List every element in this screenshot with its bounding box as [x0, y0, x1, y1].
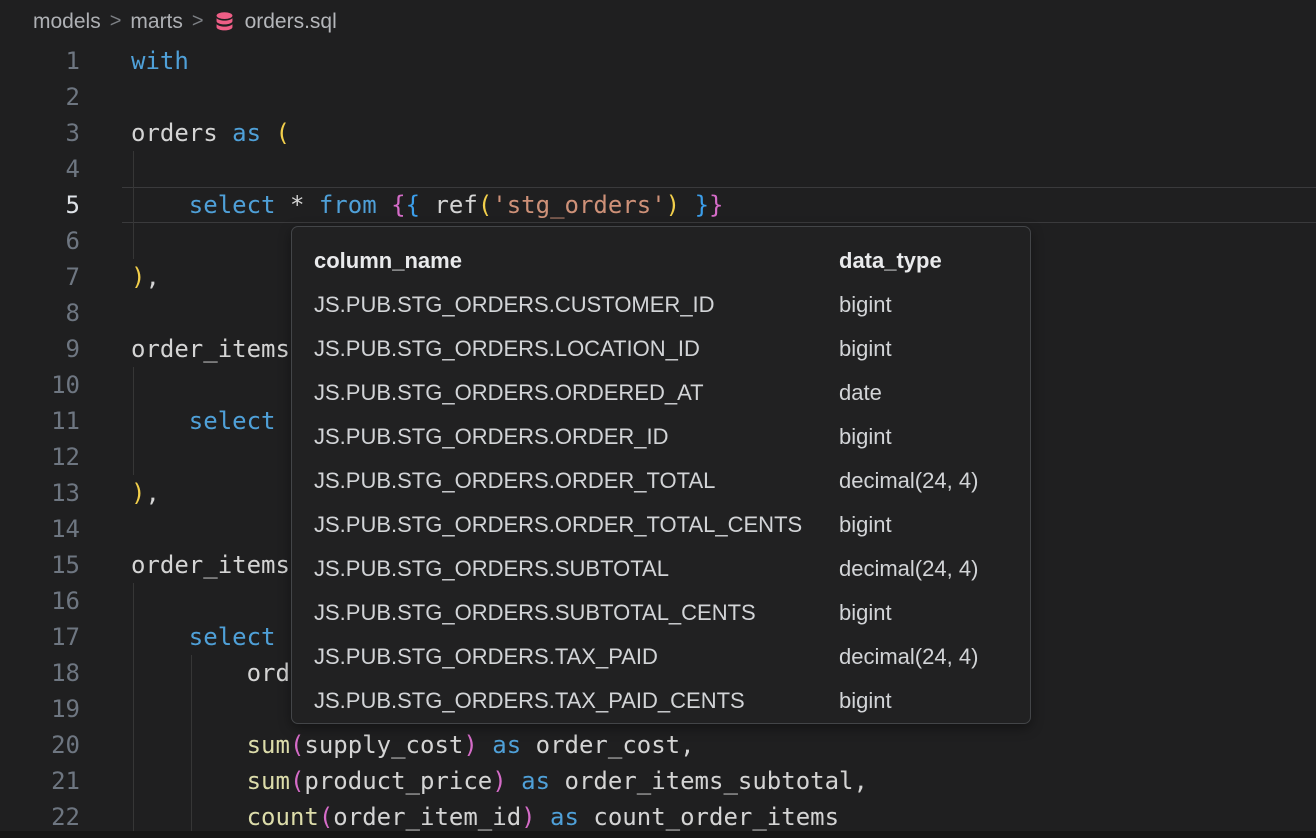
- code-text: order_items: [131, 331, 290, 367]
- line-number[interactable]: 14: [0, 511, 80, 547]
- column-row: JS.PUB.STG_ORDERS.CUSTOMER_ID bigint: [292, 283, 1030, 327]
- indent-guide: [133, 583, 134, 619]
- indent-guide: [191, 691, 192, 727]
- data-type-cell: decimal(24, 4): [839, 547, 978, 591]
- column-name-header: column_name: [314, 239, 462, 283]
- line-number[interactable]: 19: [0, 691, 80, 727]
- column-row: JS.PUB.STG_ORDERS.TAX_PAID_CENTS bigint: [292, 679, 1030, 723]
- breadcrumb-item-filename[interactable]: orders.sql: [245, 10, 337, 34]
- line-number[interactable]: 22: [0, 799, 80, 835]
- editor-window: models > marts > orders.sql 1 with 23 order…: [0, 0, 1316, 838]
- data-type-cell: bigint: [839, 283, 892, 327]
- column-name-cell: JS.PUB.STG_ORDERS.ORDERED_AT: [314, 371, 704, 415]
- line-number[interactable]: 5: [0, 187, 80, 223]
- line-number[interactable]: 2: [0, 79, 80, 115]
- column-row: JS.PUB.STG_ORDERS.ORDER_TOTAL decimal(24,…: [292, 459, 1030, 503]
- code-line[interactable]: 20 sum(supply_cost) as order_cost,: [0, 727, 1316, 763]
- column-name-cell: JS.PUB.STG_ORDERS.TAX_PAID_CENTS: [314, 679, 745, 723]
- code-text: sum(product_price) as order_items_subtot…: [131, 763, 868, 799]
- code-line[interactable]: 22 count(order_item_id) as count_order_i…: [0, 799, 1316, 835]
- line-number[interactable]: 16: [0, 583, 80, 619]
- indent-guide: [133, 439, 134, 475]
- line-number[interactable]: 11: [0, 403, 80, 439]
- line-number[interactable]: 21: [0, 763, 80, 799]
- line-number[interactable]: 20: [0, 727, 80, 763]
- column-row: JS.PUB.STG_ORDERS.SUBTOTAL_CENTS bigint: [292, 591, 1030, 635]
- line-number[interactable]: 17: [0, 619, 80, 655]
- code-text: select: [131, 619, 276, 655]
- data-type-cell: bigint: [839, 327, 892, 371]
- line-number[interactable]: 9: [0, 331, 80, 367]
- column-name-cell: JS.PUB.STG_ORDERS.CUSTOMER_ID: [314, 283, 715, 327]
- data-type-cell: bigint: [839, 503, 892, 547]
- code-text: ),: [131, 259, 160, 295]
- column-row: JS.PUB.STG_ORDERS.TAX_PAID decimal(24, 4): [292, 635, 1030, 679]
- chevron-right-icon: >: [192, 10, 204, 33]
- column-row: JS.PUB.STG_ORDERS.LOCATION_ID bigint: [292, 327, 1030, 371]
- breadcrumb-item-models[interactable]: models: [33, 10, 101, 34]
- code-line[interactable]: 3 orders as (: [0, 115, 1316, 151]
- data-type-cell: bigint: [839, 591, 892, 635]
- code-text: select * from {{ ref('stg_orders') }}: [131, 187, 723, 223]
- popup-header-row: column_name data_type: [292, 239, 1030, 283]
- line-number[interactable]: 15: [0, 547, 80, 583]
- indent-guide: [133, 367, 134, 403]
- column-name-cell: JS.PUB.STG_ORDERS.SUBTOTAL: [314, 547, 669, 591]
- column-name-cell: JS.PUB.STG_ORDERS.ORDER_TOTAL_CENTS: [314, 503, 802, 547]
- code-text: with: [131, 43, 189, 79]
- line-number[interactable]: 1: [0, 43, 80, 79]
- code-text: select: [131, 403, 276, 439]
- line-number[interactable]: 7: [0, 259, 80, 295]
- line-number[interactable]: 13: [0, 475, 80, 511]
- code-line[interactable]: 21 sum(product_price) as order_items_sub…: [0, 763, 1316, 799]
- column-row: JS.PUB.STG_ORDERS.ORDER_ID bigint: [292, 415, 1030, 459]
- line-number[interactable]: 10: [0, 367, 80, 403]
- line-number[interactable]: 6: [0, 223, 80, 259]
- code-line[interactable]: 1 with: [0, 43, 1316, 79]
- line-number[interactable]: 4: [0, 151, 80, 187]
- data-type-cell: decimal(24, 4): [839, 459, 978, 503]
- indent-guide: [133, 151, 134, 187]
- line-number[interactable]: 18: [0, 655, 80, 691]
- data-type-cell: date: [839, 371, 882, 415]
- chevron-right-icon: >: [110, 10, 122, 33]
- breadcrumb-item-marts[interactable]: marts: [130, 10, 183, 34]
- code-text: order_items: [131, 547, 290, 583]
- column-name-cell: JS.PUB.STG_ORDERS.LOCATION_ID: [314, 327, 700, 371]
- column-row: JS.PUB.STG_ORDERS.ORDER_TOTAL_CENTS bigin…: [292, 503, 1030, 547]
- code-text: sum(supply_cost) as order_cost,: [131, 727, 695, 763]
- line-number[interactable]: 3: [0, 115, 80, 151]
- column-row: JS.PUB.STG_ORDERS.ORDERED_AT date: [292, 371, 1030, 415]
- line-number[interactable]: 12: [0, 439, 80, 475]
- line-number[interactable]: 8: [0, 295, 80, 331]
- column-name-cell: JS.PUB.STG_ORDERS.ORDER_TOTAL: [314, 459, 715, 503]
- code-text: orders as (: [131, 115, 290, 151]
- code-text: count(order_item_id) as count_order_item…: [131, 799, 839, 835]
- column-name-cell: JS.PUB.STG_ORDERS.TAX_PAID: [314, 635, 658, 679]
- indent-guide: [133, 223, 134, 259]
- data-type-header: data_type: [839, 239, 942, 283]
- database-icon: [213, 11, 236, 34]
- code-text: ord: [131, 655, 290, 691]
- code-line[interactable]: 2: [0, 79, 1316, 115]
- indent-guide: [133, 691, 134, 727]
- column-info-popup: column_name data_type JS.PUB.STG_ORDERS.…: [291, 226, 1031, 724]
- editor-bottom-strip: [0, 831, 1316, 838]
- column-name-cell: JS.PUB.STG_ORDERS.ORDER_ID: [314, 415, 669, 459]
- code-text: ),: [131, 475, 160, 511]
- data-type-cell: bigint: [839, 415, 892, 459]
- column-row: JS.PUB.STG_ORDERS.SUBTOTAL decimal(24, 4): [292, 547, 1030, 591]
- breadcrumb: models > marts > orders.sql: [0, 0, 1316, 43]
- code-line[interactable]: 4: [0, 151, 1316, 187]
- data-type-cell: decimal(24, 4): [839, 635, 978, 679]
- column-name-cell: JS.PUB.STG_ORDERS.SUBTOTAL_CENTS: [314, 591, 756, 635]
- code-line[interactable]: 5 select * from {{ ref('stg_orders') }}: [0, 187, 1316, 223]
- data-type-cell: bigint: [839, 679, 892, 723]
